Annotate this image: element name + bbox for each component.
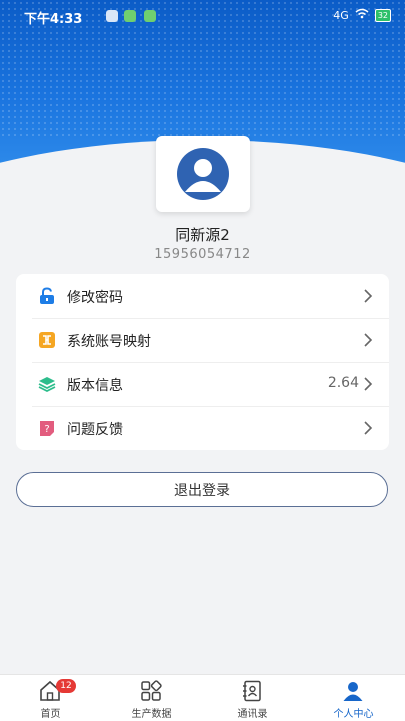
tab-personal-center[interactable]: 个人中心 [303,675,404,721]
person-icon [343,682,363,701]
tab-label: 个人中心 [333,709,374,720]
svg-text:?: ? [44,424,49,435]
menu-label: 修改密码 [67,290,123,306]
status-time: 下午4:33 [24,12,83,27]
logout-button[interactable]: 退出登录 [16,472,388,507]
tab-production-data[interactable]: 生产数据 [101,675,202,721]
app-icon [124,10,136,22]
menu-item-feedback[interactable]: ? 问题反馈 [16,406,389,450]
notification-badge: 12 [56,679,76,693]
menu-label: 问题反馈 [67,422,123,438]
avatar [171,148,235,200]
feedback-icon: ? [40,421,54,436]
settings-menu: 修改密码 系统账号映射 版本信息 2.64 ? 问题反馈 [16,274,389,450]
app-icon [144,10,156,22]
tab-contacts[interactable]: 通讯录 [202,675,303,721]
tab-home[interactable]: 12 首页 [0,675,101,721]
menu-item-version-info[interactable]: 版本信息 2.64 [16,362,389,406]
layers-icon [38,377,56,393]
lock-icon [40,287,54,304]
wifi-icon [355,8,369,22]
bottom-tab-bar: 12 首页 生产数据 通讯录 个人中心 [0,674,405,721]
menu-label: 系统账号映射 [67,334,151,350]
grid-icon [141,680,162,701]
menu-item-account-mapping[interactable]: 系统账号映射 [16,318,389,362]
chevron-right-icon [364,289,373,303]
tab-label: 生产数据 [131,709,172,720]
status-bar: 下午4:33 4G 32 [0,0,405,30]
contacts-icon [243,680,261,702]
mapping-icon [39,332,55,348]
battery-icon: 32 [374,8,391,22]
chevron-right-icon [364,421,373,435]
version-value: 2.64 [327,375,359,391]
avatar-card[interactable] [156,136,250,212]
chevron-right-icon [364,377,373,391]
chevron-right-icon [364,333,373,347]
menu-label: 版本信息 [67,378,123,394]
menu-item-change-password[interactable]: 修改密码 [16,274,389,318]
profile-name: 同新源2 [175,226,230,244]
notification-icon [106,10,118,22]
signal-icon: 4G [333,8,349,22]
status-right: 4G 32 [333,8,391,22]
tab-label: 首页 [40,709,61,720]
tab-label: 通讯录 [237,709,268,720]
profile-phone: 15956054712 [154,247,251,262]
